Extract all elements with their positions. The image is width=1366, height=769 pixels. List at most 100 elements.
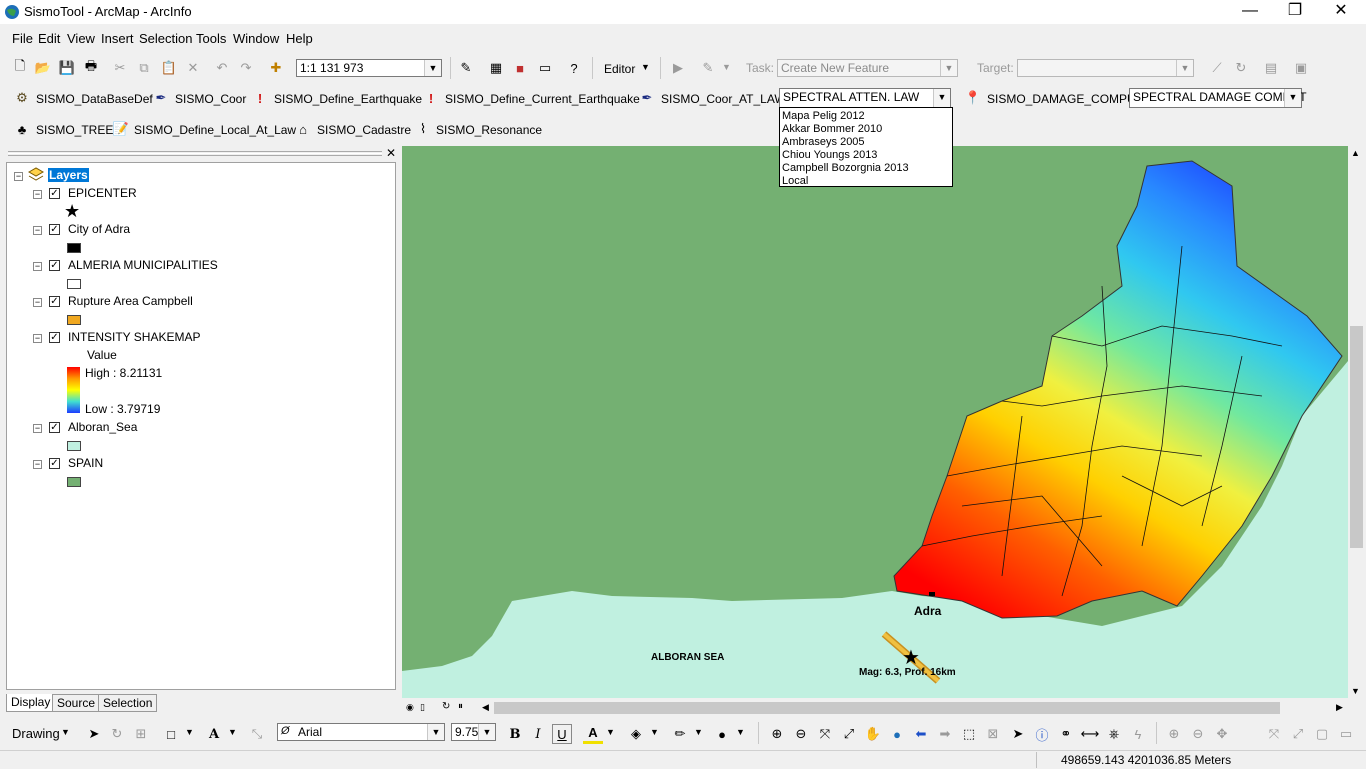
pen-coor-icon[interactable]: ✒ xyxy=(637,88,657,108)
command-line-icon[interactable]: ▭ xyxy=(535,58,555,78)
layout-pan-icon[interactable]: ✥ xyxy=(1212,724,1232,744)
vertical-scrollbar[interactable]: ▲ ▼ xyxy=(1348,146,1365,698)
editor-menu[interactable]: Editor xyxy=(604,62,635,76)
damage-computation-combo[interactable]: SPECTRAL DAMAGE COMPUT ▼ xyxy=(1129,88,1307,108)
pause-icon[interactable]: ⏸ xyxy=(458,701,463,712)
collapse-icon[interactable]: − xyxy=(33,226,42,235)
copy-icon[interactable]: ⧉ xyxy=(134,58,154,78)
paste-icon[interactable]: 📋 xyxy=(159,58,179,78)
map-view[interactable]: ★ Adra ALBORAN SEA Mag: 6.3, Prof. 16km xyxy=(402,146,1348,698)
scroll-right-icon[interactable]: ▶ xyxy=(1336,702,1343,713)
layer-visibility-checkbox[interactable]: ✓ xyxy=(49,422,60,433)
text-tool-icon[interactable]: A xyxy=(204,724,224,744)
find-binoculars-icon[interactable]: ⚭ xyxy=(1056,724,1076,744)
menu-view[interactable]: View xyxy=(67,31,95,46)
layout-100-icon[interactable]: ▢ xyxy=(1312,724,1332,744)
chevron-down-icon[interactable]: ▼ xyxy=(694,727,703,737)
editor-toolbar-icon[interactable]: ✎ xyxy=(456,58,476,78)
select-pointer-icon[interactable]: ➤ xyxy=(1008,724,1028,744)
layer-visibility-checkbox[interactable]: ✓ xyxy=(49,188,60,199)
scroll-up-icon[interactable]: ▲ xyxy=(1351,148,1360,158)
delete-icon[interactable]: ✕ xyxy=(183,58,203,78)
option-chiou-youngs[interactable]: Chiou Youngs 2013 xyxy=(782,149,877,161)
sismo-database-button[interactable]: SISMO_DataBaseDef xyxy=(36,92,153,106)
sismo-define-current-earthquake-button[interactable]: SISMO_Define_Current_Earthquake xyxy=(445,92,640,106)
underline-button[interactable]: U xyxy=(552,724,572,744)
task-combo[interactable]: Create New Feature ▼ xyxy=(777,59,958,77)
select-features-icon[interactable]: ⬚ xyxy=(959,724,979,744)
layout-zoom-in-icon[interactable]: ⊕ xyxy=(1164,724,1184,744)
scroll-thumb[interactable] xyxy=(494,702,1280,714)
data-view-icon[interactable]: ◉ xyxy=(406,702,414,713)
sismo-coor-button[interactable]: SISMO_Coor xyxy=(175,92,246,106)
menu-insert[interactable]: Insert xyxy=(101,31,134,46)
option-akkar-bommer[interactable]: Akkar Bommer 2010 xyxy=(782,123,882,135)
rotate-tool-icon[interactable]: ↻ xyxy=(1231,58,1251,78)
new-document-icon[interactable]: 🗋 xyxy=(10,58,30,78)
forward-arrow-icon[interactable]: ➡ xyxy=(935,724,955,744)
full-extent-globe-icon[interactable]: ● xyxy=(887,724,907,744)
whats-this-icon[interactable]: ? xyxy=(564,58,584,78)
rotate-icon[interactable]: ↻ xyxy=(107,724,127,744)
redo-icon[interactable]: ↷ xyxy=(236,58,256,78)
select-elements-icon[interactable]: ➤ xyxy=(84,724,104,744)
collapse-icon[interactable]: − xyxy=(33,334,42,343)
chevron-down-icon[interactable]: ▼ xyxy=(61,727,70,737)
italic-button[interactable]: I xyxy=(528,724,548,744)
edit-document-icon[interactable]: 📝 xyxy=(111,119,131,139)
layer-visibility-checkbox[interactable]: ✓ xyxy=(49,260,60,271)
font-color-button[interactable]: A xyxy=(583,724,603,744)
layer-visibility-checkbox[interactable]: ✓ xyxy=(49,224,60,235)
target-combo[interactable]: ▼ xyxy=(1017,59,1194,77)
clear-selection-icon[interactable]: ⊠ xyxy=(983,724,1003,744)
collapse-icon[interactable]: − xyxy=(33,298,42,307)
layer-epicenter[interactable]: EPICENTER xyxy=(68,186,137,200)
close-icon[interactable]: ✕ xyxy=(386,146,396,160)
menu-selection[interactable]: Selection xyxy=(139,31,192,46)
identify-icon[interactable]: ⓘ xyxy=(1032,724,1052,744)
layout-fixed-zoom-icon[interactable]: ⤧ xyxy=(1264,724,1284,744)
database-gear-icon[interactable]: ⚙ xyxy=(12,88,32,108)
sismo-resonance-button[interactable]: SISMO_Resonance xyxy=(436,123,542,137)
add-data-icon[interactable]: ✚ xyxy=(266,58,286,78)
menu-edit[interactable]: Edit xyxy=(38,31,60,46)
layer-visibility-checkbox[interactable]: ✓ xyxy=(49,458,60,469)
lightning-icon[interactable]: ϟ xyxy=(1128,724,1148,744)
sketch-properties-icon[interactable]: ▣ xyxy=(1291,58,1311,78)
tree-icon[interactable]: ♣ xyxy=(12,119,32,139)
scroll-thumb[interactable] xyxy=(1350,326,1363,548)
fixed-zoom-out-icon[interactable]: ⤢ xyxy=(839,724,859,744)
resonance-icon[interactable]: ⌇ xyxy=(413,119,433,139)
font-combo[interactable]: Arial Ø ▼ xyxy=(277,723,445,741)
measure-icon[interactable]: ⟷ xyxy=(1080,724,1100,744)
menu-help[interactable]: Help xyxy=(286,31,313,46)
collapse-icon[interactable]: − xyxy=(14,172,23,181)
menu-file[interactable]: File xyxy=(12,31,33,46)
menu-window[interactable]: Window xyxy=(233,31,279,46)
open-folder-icon[interactable]: 📂 xyxy=(33,58,53,78)
sismo-define-local-at-law-button[interactable]: SISMO_Define_Local_At_Law xyxy=(134,123,296,137)
arccatalog-icon[interactable]: ▦ xyxy=(486,58,506,78)
attenuation-law-combo[interactable]: SPECTRAL ATTEN. LAW ▼ xyxy=(779,88,951,108)
chevron-down-icon[interactable]: ▼ xyxy=(228,727,237,737)
layer-alboran-sea[interactable]: Alboran_Sea xyxy=(68,420,137,434)
layout-page-icon[interactable]: ▭ xyxy=(1336,724,1356,744)
exclamation-icon[interactable]: ! xyxy=(421,88,441,108)
chevron-down-icon[interactable]: ▼ xyxy=(185,727,194,737)
zoom-to-selected-icon[interactable]: ⊞ xyxy=(131,724,151,744)
attributes-icon[interactable]: ▤ xyxy=(1261,58,1281,78)
layout-view-icon[interactable]: ▯ xyxy=(420,702,425,713)
sismo-define-earthquake-button[interactable]: SISMO_Define_Earthquake xyxy=(274,92,422,106)
edit-vertices-icon[interactable]: ⤡ xyxy=(247,724,267,744)
cut-icon[interactable]: ✂ xyxy=(110,58,130,78)
rectangle-icon[interactable]: □ xyxy=(161,724,181,744)
option-local[interactable]: Local xyxy=(782,175,808,187)
undo-icon[interactable]: ↶ xyxy=(212,58,232,78)
collapse-icon[interactable]: − xyxy=(33,460,42,469)
edit-tool-icon[interactable]: ▶ xyxy=(668,58,688,78)
chevron-down-icon[interactable]: ▼ xyxy=(641,62,650,72)
zoom-in-icon[interactable]: ⊕ xyxy=(767,724,787,744)
chevron-down-icon[interactable]: ▼ xyxy=(722,62,731,72)
toc-grip[interactable] xyxy=(8,151,382,154)
tab-selection[interactable]: Selection xyxy=(98,694,158,712)
